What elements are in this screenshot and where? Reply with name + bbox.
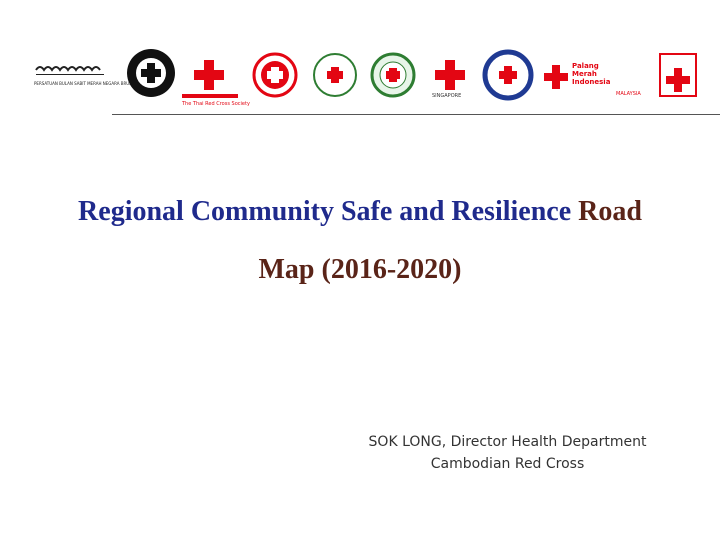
presentation-title-line-2: Map (2016-2020) — [0, 254, 720, 286]
vietnam-red-cross-logo — [368, 40, 418, 110]
timor-leste-red-cross-logo — [656, 40, 702, 110]
philippine-red-cross-logo — [480, 40, 536, 110]
red-cross-shield-icon — [659, 53, 697, 97]
title-brown-part-2: Map (2016-2020) — [258, 254, 462, 285]
red-cross-seal-icon — [482, 49, 534, 101]
thai-red-cross-logo: The Thai Red Cross Society — [180, 40, 250, 110]
malaysia-logo-text: MALAYSIA — [616, 91, 641, 97]
title-brown-part: Road — [571, 196, 642, 227]
malaysian-red-crescent-logo: MALAYSIA — [610, 40, 654, 110]
singapore-logo-text: SINGAPORE — [432, 93, 462, 99]
title-blue-part: Regional Community Safe and Resilience — [78, 196, 572, 227]
singapore-red-cross-logo: SINGAPORE — [426, 40, 474, 110]
indonesia-logo-text: Palang Merah Indonesia — [572, 62, 611, 86]
red-cross-seal-icon — [370, 52, 416, 98]
brunei-red-crescent-logo: PERSATUAN BULAN SABIT MERAH NEGARA BRUNE… — [14, 40, 165, 110]
presenter-organization: Cambodian Red Cross — [430, 456, 585, 472]
red-crescent-icon — [14, 56, 104, 94]
red-cross-seal-icon — [313, 53, 357, 97]
cambodian-red-cross-logo — [250, 40, 300, 110]
header-divider — [112, 114, 720, 115]
thai-logo-text: The Thai Red Cross Society — [182, 101, 250, 107]
logo-strip: PERSATUAN BULAN SABIT MERAH NEGARA BRUNE… — [0, 40, 720, 110]
myanmar-red-cross-logo — [124, 40, 178, 110]
red-crescent-icon — [618, 60, 632, 88]
presenter-name: SOK LONG, Director Health Department — [368, 434, 647, 450]
indonesian-red-cross-logo: Palang Merah Indonesia — [542, 40, 614, 110]
lao-red-cross-logo — [308, 40, 362, 110]
black-cross-emblem-icon — [127, 49, 175, 97]
red-cross-seal-icon — [252, 52, 298, 98]
presentation-title-line-1: Regional Community Safe and Resilience R… — [0, 196, 720, 228]
